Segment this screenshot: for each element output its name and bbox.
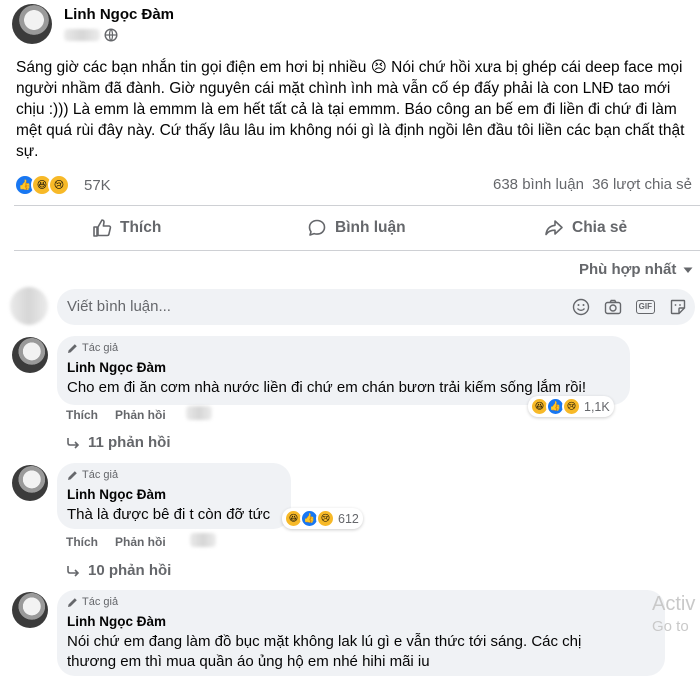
pencil-icon <box>67 597 78 608</box>
post-text: Sáng giờ các bạn nhắn tin gọi điện em hơ… <box>16 59 685 160</box>
comment-reply-button[interactable]: Phản hồi <box>115 408 166 422</box>
comment-author[interactable]: Linh Ngọc Đàm <box>67 360 166 375</box>
reaction-summary[interactable]: 👍 😆 😢 57K <box>14 174 111 196</box>
thumbs-up-icon <box>92 218 112 238</box>
comment-bubble: Tác giả Linh Ngọc Đàm Thà là được bê đi … <box>57 463 291 529</box>
sticker-icon[interactable] <box>669 298 687 316</box>
comment-tools: GIF <box>572 298 687 316</box>
comment-reaction-count: 612 <box>338 511 359 526</box>
comment-reactions[interactable]: 😆 👍 😢 1,1K <box>528 396 614 417</box>
reaction-count: 57K <box>84 176 111 194</box>
sad-reaction-icon: 😢 <box>562 397 581 416</box>
activation-watermark: Activ Go to <box>652 593 695 635</box>
globe-icon <box>104 28 118 42</box>
view-replies-button[interactable]: 11 phản hồi <box>66 434 171 451</box>
like-button[interactable]: Thích <box>92 218 161 238</box>
comment-avatar[interactable] <box>12 465 48 501</box>
comment-like-button[interactable]: Thích <box>66 535 98 549</box>
comment-timestamp[interactable] <box>190 533 216 547</box>
comment-input[interactable]: Viết bình luận... GIF <box>57 289 695 325</box>
like-label: Thích <box>120 219 162 236</box>
pencil-icon <box>67 343 78 354</box>
gif-icon[interactable]: GIF <box>635 300 655 314</box>
comment-label: Bình luận <box>335 219 406 236</box>
comment-reactions[interactable]: 😆 👍 😢 612 <box>282 508 363 529</box>
reply-arrow-icon <box>66 436 80 450</box>
divider-bottom <box>14 250 700 251</box>
poster-avatar[interactable] <box>12 4 52 44</box>
comment-reaction-count: 1,1K <box>584 399 610 414</box>
comment-author[interactable]: Linh Ngọc Đàm <box>67 487 166 502</box>
author-badge: Tác giả <box>67 342 118 354</box>
shares-count[interactable]: 36 lượt chia sẻ <box>592 176 692 193</box>
pencil-icon <box>67 470 78 481</box>
watermark-line1: Activ <box>652 593 696 615</box>
replies-count: 11 phản hồi <box>88 434 171 451</box>
comment-avatar[interactable] <box>12 337 48 373</box>
comment-text: Thà là được bê đi t còn đỡ tức <box>67 506 271 523</box>
view-replies-button[interactable]: 10 phản hồi <box>66 562 171 579</box>
post-timestamp[interactable] <box>64 29 100 41</box>
share-label: Chia sẻ <box>572 219 628 236</box>
camera-icon[interactable] <box>604 298 622 316</box>
watermark-line2: Go to <box>652 618 689 635</box>
author-badge: Tác giả <box>67 596 118 608</box>
caret-down-icon <box>682 264 694 276</box>
sort-dropdown[interactable]: Phù hợp nhất <box>579 261 694 278</box>
comment-bubble: Tác giả Linh Ngọc Đàm Cho em đi ăn cơm n… <box>57 336 630 405</box>
author-badge-label: Tác giả <box>82 469 119 481</box>
sad-reaction-icon: 😢 <box>316 509 335 528</box>
comment-avatar[interactable] <box>12 592 48 628</box>
comment-timestamp[interactable] <box>186 406 212 420</box>
comment-reply-button[interactable]: Phản hồi <box>115 535 166 549</box>
author-badge: Tác giả <box>67 469 118 481</box>
comment-icon <box>307 218 327 238</box>
comment-input-placeholder: Viết bình luận... <box>67 298 171 315</box>
comment-button[interactable]: Bình luận <box>307 218 406 238</box>
comment-author[interactable]: Linh Ngọc Đàm <box>67 614 166 629</box>
comments-count[interactable]: 638 bình luận <box>493 176 584 193</box>
comment-bubble: Tác giả Linh Ngọc Đàm Nói chứ em đang là… <box>57 590 665 676</box>
poster-name[interactable]: Linh Ngọc Đàm <box>64 6 174 23</box>
current-user-avatar[interactable] <box>10 287 48 325</box>
author-badge-label: Tác giả <box>82 342 119 354</box>
share-button[interactable]: Chia sẻ <box>544 218 627 238</box>
replies-count: 10 phản hồi <box>88 562 172 579</box>
emoji-icon[interactable] <box>572 298 590 316</box>
stats-right: 638 bình luận 36 lượt chia sẻ <box>493 176 692 193</box>
author-badge-label: Tác giả <box>82 596 119 608</box>
share-icon <box>544 218 564 238</box>
comment-like-button[interactable]: Thích <box>66 408 98 422</box>
comment-text: Cho em đi ăn cơm nhà nước liền đi chứ em… <box>67 379 587 396</box>
comment-text: Nói chứ em đang làm đồ bục mặt không lak… <box>67 633 582 670</box>
sort-label: Phù hợp nhất <box>579 261 677 278</box>
sad-reaction-icon: 😢 <box>48 174 70 196</box>
reply-arrow-icon <box>66 564 80 578</box>
divider-top <box>14 205 700 206</box>
